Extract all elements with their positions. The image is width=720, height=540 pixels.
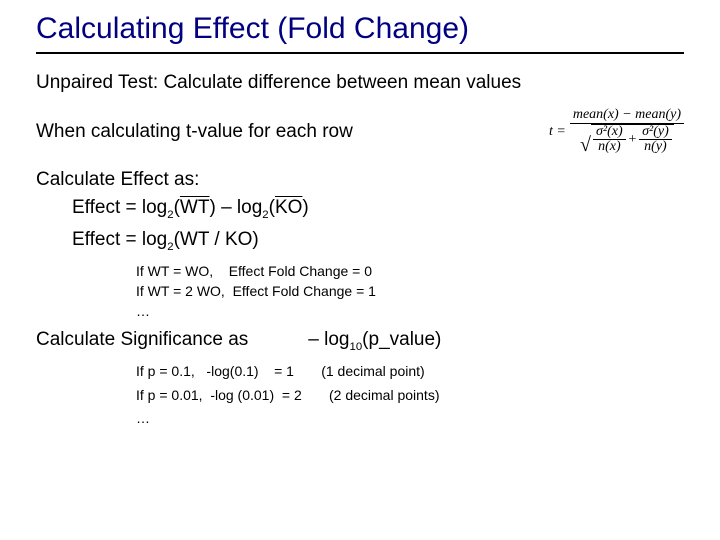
sig-formula: – log10(p_value) bbox=[308, 329, 441, 353]
effect-formula-2: Effect = log2(WT / KO) bbox=[72, 229, 684, 253]
den2-num: σ²(y) bbox=[639, 125, 672, 141]
den1-den: n(x) bbox=[595, 140, 624, 155]
eff1-wt: WT bbox=[180, 197, 210, 218]
t-value-text: When calculating t-value for each row bbox=[36, 121, 353, 143]
t-fraction: mean(x) − mean(y) √ σ²(x) n(x) + σ²(y) n… bbox=[570, 108, 684, 155]
significance-row: Calculate Significance as – log10(p_valu… bbox=[36, 329, 684, 353]
t-num: mean(x) − mean(y) bbox=[570, 108, 684, 124]
sqrt-icon: √ σ²(x) n(x) + σ²(y) n(y) bbox=[580, 124, 674, 155]
sig-pre: – log bbox=[308, 329, 349, 350]
t-value-row: When calculating t-value for each row t … bbox=[36, 108, 684, 155]
calc-effect-label: Calculate Effect as: bbox=[36, 169, 684, 191]
t-formula: t = mean(x) − mean(y) √ σ²(x) n(x) + σ²(… bbox=[549, 108, 684, 155]
calc-sig-label: Calculate Significance as bbox=[36, 329, 248, 353]
eff2-pre: Effect = log bbox=[72, 229, 167, 250]
unpaired-test-line: Unpaired Test: Calculate difference betw… bbox=[36, 72, 684, 94]
eff2-rest: (WT / KO) bbox=[174, 229, 259, 250]
eff1-mid: ) – log bbox=[209, 197, 262, 218]
den1-num: σ²(x) bbox=[593, 125, 626, 141]
sig-example-1: If p = 0.1, -log(0.1) = 1 (1 decimal poi… bbox=[136, 360, 684, 384]
fc-example-1: If WT = WO, Effect Fold Change = 0 bbox=[136, 263, 684, 279]
effect-formula-1: Effect = log2(WT) – log2(KO) bbox=[72, 197, 684, 221]
eff1-end: ) bbox=[302, 197, 308, 218]
fc-example-2: If WT = 2 WO, Effect Fold Change = 1 bbox=[136, 283, 684, 299]
eff1-pre: Effect = log bbox=[72, 197, 167, 218]
ellipsis-1: … bbox=[136, 303, 684, 319]
slide-title: Calculating Effect (Fold Change) bbox=[36, 12, 684, 54]
sig-sub: 10 bbox=[350, 340, 363, 352]
sig-rest: (p_value) bbox=[362, 329, 441, 350]
plus: + bbox=[628, 133, 637, 148]
eff1-ko: KO bbox=[275, 197, 302, 218]
sig-example-2: If p = 0.01, -log (0.01) = 2 (2 decimal … bbox=[136, 384, 684, 408]
t-lhs: t = bbox=[549, 124, 566, 140]
ellipsis-2: … bbox=[136, 410, 684, 426]
den2-den: n(y) bbox=[641, 140, 670, 155]
